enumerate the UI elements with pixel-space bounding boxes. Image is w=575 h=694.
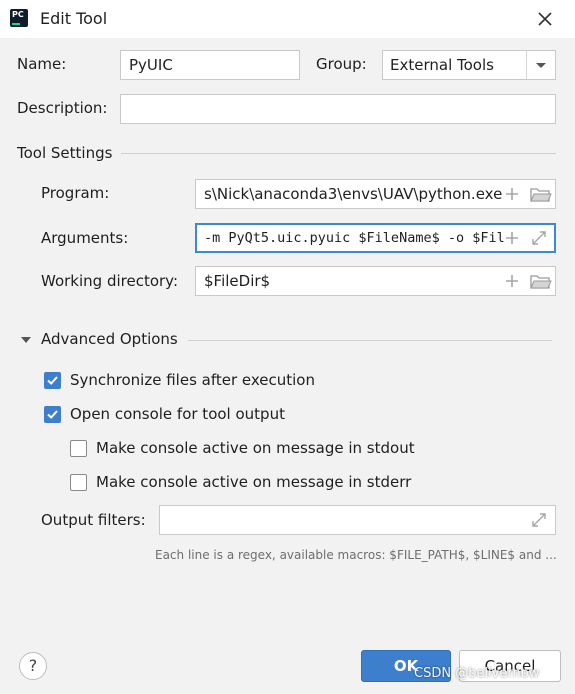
arguments-input[interactable]: -m PyQt5.uic.pyuic $FileName$ -o $Fil bbox=[195, 223, 556, 253]
group-select[interactable]: External Tools bbox=[382, 50, 556, 80]
program-input[interactable]: s\Nick\anaconda3\envs\UAV\python.exe bbox=[195, 179, 556, 209]
close-button[interactable] bbox=[532, 6, 558, 32]
expand-icon bbox=[532, 513, 546, 527]
active-stderr-checkbox[interactable] bbox=[70, 474, 87, 491]
triangle-down-icon bbox=[21, 337, 31, 343]
active-stdout-checkbox[interactable] bbox=[70, 440, 87, 457]
browse-button[interactable] bbox=[528, 267, 552, 295]
description-label: Description: bbox=[17, 99, 108, 117]
program-label: Program: bbox=[41, 184, 110, 202]
group-label: Group: bbox=[316, 55, 367, 73]
watermark: CSDN @belivernow bbox=[414, 666, 540, 681]
insert-macro-button[interactable] bbox=[503, 180, 521, 208]
name-input[interactable]: PyUIC bbox=[120, 50, 300, 80]
expand-button[interactable] bbox=[528, 506, 550, 534]
expand-button[interactable] bbox=[528, 224, 550, 252]
pycharm-logo-icon: PC bbox=[10, 9, 28, 27]
checkmark-icon bbox=[47, 410, 58, 419]
folder-icon bbox=[530, 275, 552, 289]
help-button[interactable]: ? bbox=[19, 652, 47, 680]
output-filters-input[interactable] bbox=[159, 505, 556, 535]
name-label: Name: bbox=[17, 55, 67, 73]
chevron-down-icon bbox=[536, 63, 546, 68]
working-directory-label: Working directory: bbox=[41, 272, 179, 290]
description-input[interactable] bbox=[120, 94, 556, 124]
active-stderr-label[interactable]: Make console active on message in stderr bbox=[96, 473, 411, 491]
open-console-label[interactable]: Open console for tool output bbox=[70, 405, 285, 423]
insert-macro-button[interactable] bbox=[503, 267, 521, 295]
sync-files-checkbox[interactable] bbox=[44, 372, 61, 389]
dropdown-arrow[interactable] bbox=[526, 51, 555, 79]
output-filters-label: Output filters: bbox=[41, 511, 146, 529]
output-filters-hint: Each line is a regex, available macros: … bbox=[155, 548, 557, 562]
active-stdout-label[interactable]: Make console active on message in stdout bbox=[96, 439, 415, 457]
close-icon bbox=[538, 12, 552, 26]
plus-icon bbox=[506, 188, 518, 200]
working-directory-input[interactable]: $FileDir$ bbox=[195, 266, 556, 296]
sync-files-label[interactable]: Synchronize files after execution bbox=[70, 371, 315, 389]
tool-settings-heading: Tool Settings bbox=[17, 144, 113, 162]
plus-icon bbox=[506, 275, 518, 287]
browse-button[interactable] bbox=[528, 180, 552, 208]
checkmark-icon bbox=[47, 376, 58, 385]
help-icon: ? bbox=[28, 656, 38, 675]
section-divider bbox=[121, 153, 556, 154]
arguments-label: Arguments: bbox=[41, 229, 129, 247]
insert-macro-button[interactable] bbox=[503, 224, 521, 252]
plus-icon bbox=[506, 232, 518, 244]
advanced-options-heading[interactable]: Advanced Options bbox=[41, 330, 178, 348]
section-divider bbox=[188, 340, 552, 341]
window-title: Edit Tool bbox=[40, 9, 108, 28]
advanced-options-toggle[interactable] bbox=[19, 333, 33, 347]
arguments-value: -m PyQt5.uic.pyuic $FileName$ -o $Fil bbox=[204, 230, 505, 246]
group-select-value: External Tools bbox=[390, 56, 494, 74]
open-console-checkbox[interactable] bbox=[44, 406, 61, 423]
working-directory-value: $FileDir$ bbox=[204, 272, 271, 290]
folder-icon bbox=[530, 188, 552, 202]
expand-icon bbox=[532, 231, 546, 245]
program-value: s\Nick\anaconda3\envs\UAV\python.exe bbox=[204, 185, 503, 203]
